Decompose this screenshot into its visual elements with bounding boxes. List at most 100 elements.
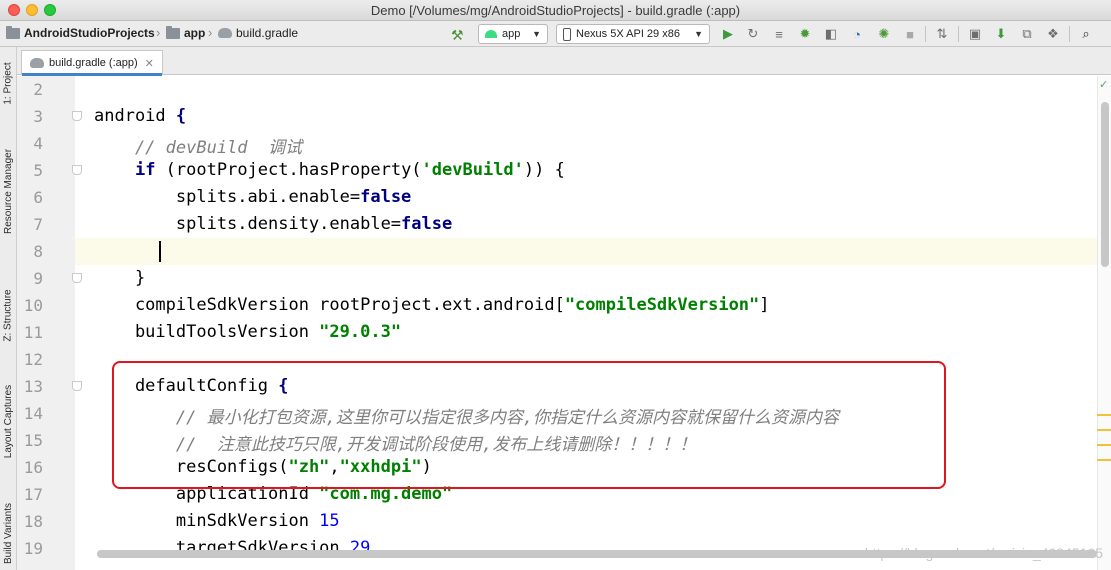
code-line[interactable]: 6 splits.abi.enable=false [33, 184, 1111, 211]
folder-icon [6, 25, 20, 39]
code-text: splits.abi.enable=false [94, 187, 411, 207]
toolbar-separator [958, 26, 959, 42]
close-icon[interactable]: ✕ [145, 57, 154, 70]
device-manager-icon[interactable]: ❖ [1045, 26, 1061, 42]
folder-icon [166, 25, 180, 39]
run-config-select[interactable]: app ▼ [478, 24, 548, 44]
vertical-scroll-thumb[interactable] [1101, 102, 1109, 267]
layout-inspector-icon[interactable]: ⧉ [1019, 26, 1035, 42]
code-text: // devBuild 调试 [94, 133, 302, 158]
tool-tab-structure[interactable]: Z: Structure [1, 275, 16, 355]
main-toolbar: AndroidStudioProjects › app › build.grad… [0, 21, 1111, 47]
device-select[interactable]: Nexus 5X API 29 x86 ▼ [556, 24, 710, 44]
line-number: 15 [23, 431, 43, 450]
warning-marker[interactable] [1097, 459, 1111, 461]
tool-tab-build-variants[interactable]: Build Variants [1, 493, 16, 570]
toolbar-separator [1069, 26, 1070, 42]
warning-marker[interactable] [1097, 414, 1111, 416]
editor-tab-build-gradle[interactable]: build.gradle (:app) ✕ [21, 50, 163, 76]
apply-code-icon[interactable]: ≡ [771, 26, 787, 42]
run-icon[interactable]: ▶ [720, 26, 736, 42]
avd-manager-icon[interactable]: ▣ [967, 26, 983, 42]
line-number: 7 [33, 215, 43, 234]
breadcrumb-label: app [184, 26, 206, 40]
fold-marker-icon[interactable] [72, 273, 82, 283]
left-tool-strip: 1: Project Resource Manager Z: Structure… [0, 47, 17, 570]
line-number: 17 [23, 485, 43, 504]
fold-marker-icon[interactable] [72, 165, 82, 175]
code-token: android [94, 106, 176, 126]
code-line[interactable]: 7 splits.density.enable=false [33, 211, 1111, 238]
breadcrumb-label: AndroidStudioProjects [24, 26, 155, 40]
code-token: // devBuild 调试 [94, 138, 302, 158]
chevron-down-icon: ▼ [694, 29, 703, 39]
device-label: Nexus 5X API 29 x86 [576, 28, 680, 40]
hammer-icon[interactable]: ⚒ [451, 27, 464, 44]
breadcrumb-separator: › [156, 25, 161, 40]
search-icon[interactable]: ⌕ [1078, 26, 1094, 42]
phone-icon [563, 27, 571, 41]
code-line[interactable]: 8 [33, 238, 1111, 265]
code-line[interactable]: 18 minSdkVersion 15 [24, 508, 1111, 535]
code-token: if [134, 160, 156, 180]
tool-tab-resource-manager[interactable]: Resource Manager [1, 141, 16, 241]
line-number: 11 [23, 323, 43, 342]
code-line[interactable]: 11 buildToolsVersion "29.0.3" [24, 319, 1111, 346]
attach-debugger-icon[interactable]: ◧ [823, 26, 839, 42]
code-token: minSdkVersion [94, 511, 320, 531]
code-token: 'devBuild' [421, 160, 524, 180]
breadcrumb-item-project[interactable]: AndroidStudioProjects [6, 25, 155, 40]
sdk-manager-icon[interactable]: ⬇ [993, 26, 1009, 42]
code-line[interactable]: 5 if (rootProject.hasProperty('devBuild'… [33, 157, 1111, 184]
profile-icon[interactable]: ◔ [849, 26, 865, 42]
window-title: Demo [/Volumes/mg/AndroidStudioProjects]… [370, 3, 741, 18]
code-line[interactable]: 9 } [33, 265, 1111, 292]
stop-icon[interactable]: ■ [902, 26, 918, 42]
code-token: )) { [523, 160, 565, 180]
warning-marker[interactable] [1097, 429, 1111, 431]
warning-marker[interactable] [1097, 444, 1111, 446]
code-token: "compileSdkVersion" [564, 295, 760, 315]
chevron-down-icon: ▼ [532, 29, 541, 39]
code-line[interactable]: 3 android { [33, 103, 1111, 130]
code-line[interactable]: 4 // devBuild 调试 [33, 130, 1111, 158]
code-area[interactable]: 2 3 android {4 // devBuild 调试 5 if (rootPro… [24, 76, 1111, 570]
line-number: 3 [33, 107, 43, 126]
annotation-highlight-box [112, 361, 946, 489]
breadcrumb-item-file[interactable]: build.gradle [218, 26, 298, 40]
breadcrumb-label: build.gradle [236, 26, 299, 40]
line-number: 5 [33, 161, 43, 180]
code-line[interactable]: 10 compileSdkVersion rootProject.ext.and… [24, 292, 1111, 319]
fold-marker-icon[interactable] [72, 111, 82, 121]
line-number: 6 [33, 188, 43, 207]
editor-tab-label: build.gradle (:app) [49, 57, 138, 69]
tool-tab-layout-captures[interactable]: Layout Captures [1, 373, 16, 469]
toolbar-separator [925, 26, 926, 42]
apply-changes-icon[interactable]: ↻ [745, 26, 761, 42]
line-number: 10 [23, 296, 43, 315]
debug-icon[interactable]: ✹ [797, 26, 813, 42]
code-token: 15 [319, 511, 340, 531]
code-text: if (rootProject.hasProperty('devBuild'))… [94, 160, 565, 180]
line-number: 4 [33, 134, 43, 153]
vertical-scrollbar[interactable]: ✓ [1097, 76, 1111, 570]
line-number: 13 [23, 377, 43, 396]
code-token: (rootProject.hasProperty( [155, 160, 422, 180]
tool-tab-project[interactable]: 1: Project [1, 53, 16, 113]
coverage-icon[interactable]: ✺ [876, 26, 892, 42]
code-token: { [175, 106, 187, 126]
code-line[interactable]: 2 [33, 76, 1111, 103]
line-number: 18 [23, 512, 43, 531]
code-text: splits.density.enable=false [94, 214, 452, 234]
line-number: 19 [23, 539, 43, 558]
text-caret [159, 241, 161, 262]
code-token: "29.0.3" [319, 322, 402, 342]
sync-gradle-icon[interactable]: ⇅ [934, 26, 950, 42]
code-editor[interactable]: 2 3 android {4 // devBuild 调试 5 if (rootPro… [17, 76, 1111, 570]
breadcrumb-item-module[interactable]: app [166, 25, 206, 40]
code-text: android { [94, 106, 186, 126]
inspection-ok-icon: ✓ [1099, 79, 1109, 91]
code-token: splits.abi.enable= [94, 187, 361, 207]
fold-marker-icon[interactable] [72, 381, 82, 391]
android-icon [485, 30, 497, 38]
